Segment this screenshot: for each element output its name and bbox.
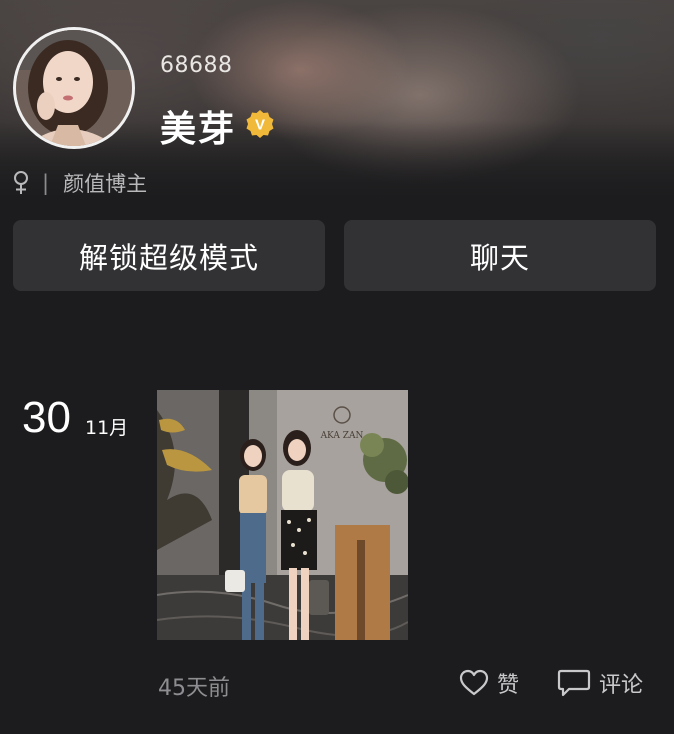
avatar[interactable] [13, 27, 135, 149]
comment-button[interactable]: 评论 [557, 667, 643, 699]
unlock-super-mode-button[interactable]: 解锁超级模式 [13, 220, 325, 291]
heart-icon [459, 669, 489, 696]
post-photo: AKA ZAN [157, 390, 408, 640]
verified-badge-icon: V [246, 110, 274, 138]
female-icon [14, 171, 28, 194]
comment-icon [557, 669, 591, 697]
avatar-photo [16, 30, 132, 146]
profile-tag: 颜值博主 [63, 172, 148, 196]
post-image[interactable]: AKA ZAN [157, 390, 408, 640]
username: 美芽 [160, 109, 237, 150]
like-label: 赞 [497, 673, 520, 698]
profile-meta: | 颜值博主 [10, 168, 147, 198]
chat-button[interactable]: 聊天 [344, 220, 656, 291]
like-button[interactable]: 赞 [459, 667, 519, 699]
user-id: 68688 [160, 53, 233, 78]
comment-label: 评论 [599, 673, 644, 698]
post-date-day: 30 [22, 393, 71, 442]
profile-page: 68688 美芽 V | 颜值博主 解锁超级模式 聊天 30 11月 AKA Z… [0, 0, 674, 734]
post-date-month: 11月 [85, 417, 129, 439]
verified-badge-text: V [255, 117, 265, 134]
photo-sign-text: AKA ZAN [320, 431, 364, 441]
post-time-ago: 45天前 [158, 676, 230, 701]
meta-separator: | [42, 171, 50, 195]
